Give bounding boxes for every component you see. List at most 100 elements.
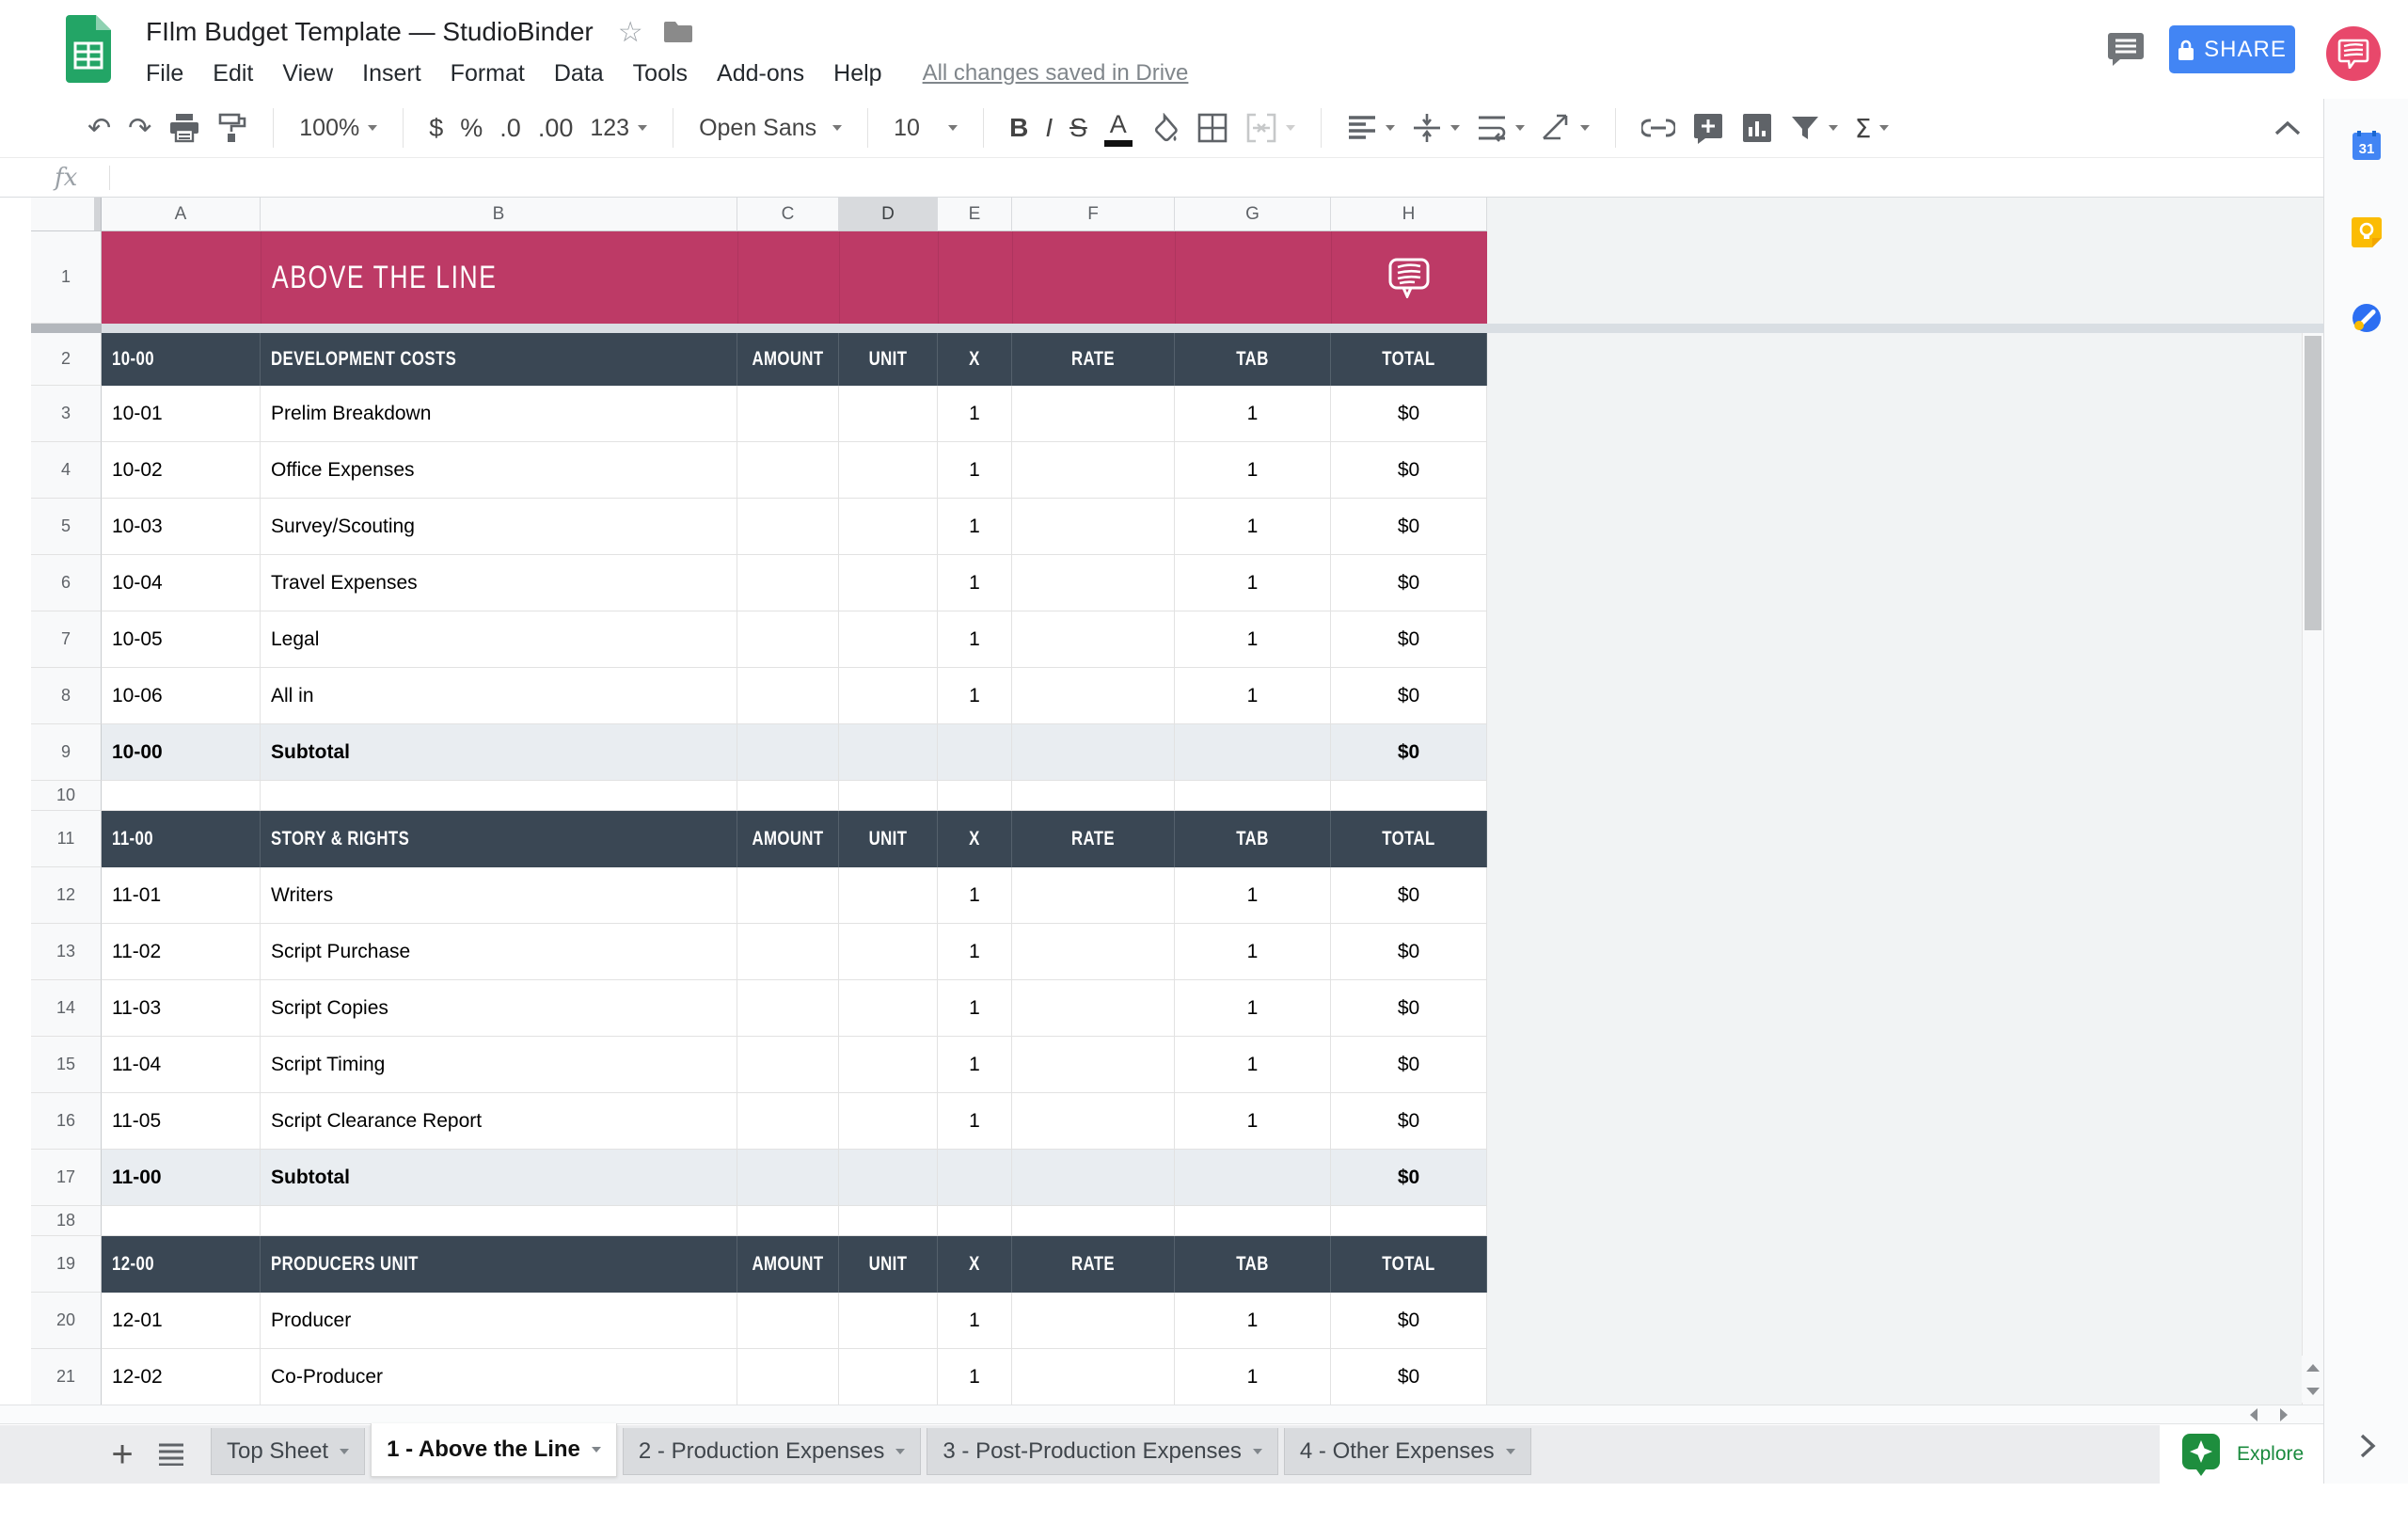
cell-F9[interactable] [1012,724,1175,781]
cell-B12[interactable]: Writers [261,867,737,924]
print-button[interactable] [160,105,209,151]
cell-F21[interactable] [1012,1349,1175,1405]
sheets-logo-icon[interactable] [66,15,111,83]
menu-file[interactable]: File [146,60,183,87]
row-header-11[interactable]: 11 [31,811,102,867]
menu-format[interactable]: Format [451,60,525,87]
functions-button[interactable]: Σ [1846,105,1898,151]
column-header-H[interactable]: H [1331,198,1487,231]
account-avatar[interactable] [2326,26,2381,81]
cell-F13[interactable] [1012,924,1175,980]
cell-A6[interactable]: 10-04 [102,555,261,611]
more-formats-button[interactable]: 123 [581,105,656,151]
cell-A7[interactable]: 10-05 [102,611,261,668]
save-status-link[interactable]: All changes saved in Drive [923,60,1189,87]
cell-A8[interactable]: 10-06 [102,668,261,724]
paint-format-button[interactable] [209,105,256,151]
folder-icon[interactable] [664,20,694,44]
cell-H16[interactable]: $0 [1331,1093,1487,1150]
cell-C20[interactable] [737,1293,839,1349]
cell-E21[interactable]: 1 [938,1349,1012,1405]
cell-A3[interactable]: 10-01 [102,386,261,442]
cell-E18[interactable] [938,1206,1012,1236]
cell-C17[interactable] [737,1150,839,1206]
cell-F16[interactable] [1012,1093,1175,1150]
cell-H13[interactable]: $0 [1331,924,1487,980]
cell-G6[interactable]: 1 [1175,555,1331,611]
comments-icon[interactable] [2107,31,2145,67]
cell-H2[interactable]: TOTAL [1331,333,1487,386]
cell-D18[interactable] [839,1206,938,1236]
menu-view[interactable]: View [282,60,333,87]
row-header-13[interactable]: 13 [31,924,102,980]
cell-B11[interactable]: STORY & RIGHTS [261,811,737,867]
row-header-2[interactable]: 2 [31,333,102,386]
cell-G16[interactable]: 1 [1175,1093,1331,1150]
cell-E7[interactable]: 1 [938,611,1012,668]
cell-A10[interactable] [102,781,261,811]
cell-D16[interactable] [839,1093,938,1150]
cell-D11[interactable]: UNIT [839,811,938,867]
cell-H9[interactable]: $0 [1331,724,1487,781]
cell-D10[interactable] [839,781,938,811]
calendar-icon[interactable]: 31 [2352,131,2382,161]
tab-menu-arrow-icon[interactable] [895,1449,905,1454]
cell-D3[interactable] [839,386,938,442]
decrease-decimals-button[interactable]: .0 [491,105,530,151]
cell-C12[interactable] [737,867,839,924]
menu-edit[interactable]: Edit [213,60,253,87]
cell-G13[interactable]: 1 [1175,924,1331,980]
insert-chart-button[interactable] [1733,105,1782,151]
cell-C15[interactable] [737,1037,839,1093]
cell-B17[interactable]: Subtotal [261,1150,737,1206]
cell-G19[interactable]: TAB [1175,1236,1331,1293]
select-all-corner[interactable] [31,198,102,231]
tasks-icon[interactable] [2352,303,2382,333]
cell-C13[interactable] [737,924,839,980]
cell-E2[interactable]: X [938,333,1012,386]
font-size-select[interactable]: 10 [885,105,966,151]
row-header-4[interactable]: 4 [31,442,102,499]
cell-A19[interactable]: 12-00 [102,1236,261,1293]
cell-C14[interactable] [737,980,839,1037]
cell-G15[interactable]: 1 [1175,1037,1331,1093]
row-header-10[interactable]: 10 [31,781,102,811]
cell-F5[interactable] [1012,499,1175,555]
cell-H5[interactable]: $0 [1331,499,1487,555]
cell-C9[interactable] [737,724,839,781]
cell-H10[interactable] [1331,781,1487,811]
row-header-19[interactable]: 19 [31,1236,102,1293]
cell-G18[interactable] [1175,1206,1331,1236]
row-header-6[interactable]: 6 [31,555,102,611]
cell-B10[interactable] [261,781,737,811]
cell-G8[interactable]: 1 [1175,668,1331,724]
bold-button[interactable]: B [1001,105,1037,151]
cell-C16[interactable] [737,1093,839,1150]
fill-color-button[interactable] [1141,105,1188,151]
cell-D7[interactable] [839,611,938,668]
cell-B9[interactable]: Subtotal [261,724,737,781]
cell-H12[interactable]: $0 [1331,867,1487,924]
cell-B3[interactable]: Prelim Breakdown [261,386,737,442]
scroll-up-button[interactable] [2302,1356,2323,1379]
cell-A5[interactable]: 10-03 [102,499,261,555]
cell-D5[interactable] [839,499,938,555]
column-header-B[interactable]: B [261,198,737,231]
cell-G12[interactable]: 1 [1175,867,1331,924]
band-comment-icon[interactable] [1387,257,1431,298]
cell-B18[interactable] [261,1206,737,1236]
cell-H14[interactable]: $0 [1331,980,1487,1037]
share-button[interactable]: SHARE [2169,25,2295,73]
cell-B15[interactable]: Script Timing [261,1037,737,1093]
cell-E6[interactable]: 1 [938,555,1012,611]
cell-B13[interactable]: Script Purchase [261,924,737,980]
sheet-tab-1[interactable]: Top Sheet [211,1428,365,1475]
cell-F19[interactable]: RATE [1012,1236,1175,1293]
row-header-15[interactable]: 15 [31,1037,102,1093]
sheet-tab-2[interactable]: 1 - Above the Line [371,1423,617,1477]
cell-H7[interactable]: $0 [1331,611,1487,668]
cell-D19[interactable]: UNIT [839,1236,938,1293]
sheet-tab-3[interactable]: 2 - Production Expenses [623,1428,921,1475]
row-header-12[interactable]: 12 [31,867,102,924]
row-header-18[interactable]: 18 [31,1206,102,1236]
